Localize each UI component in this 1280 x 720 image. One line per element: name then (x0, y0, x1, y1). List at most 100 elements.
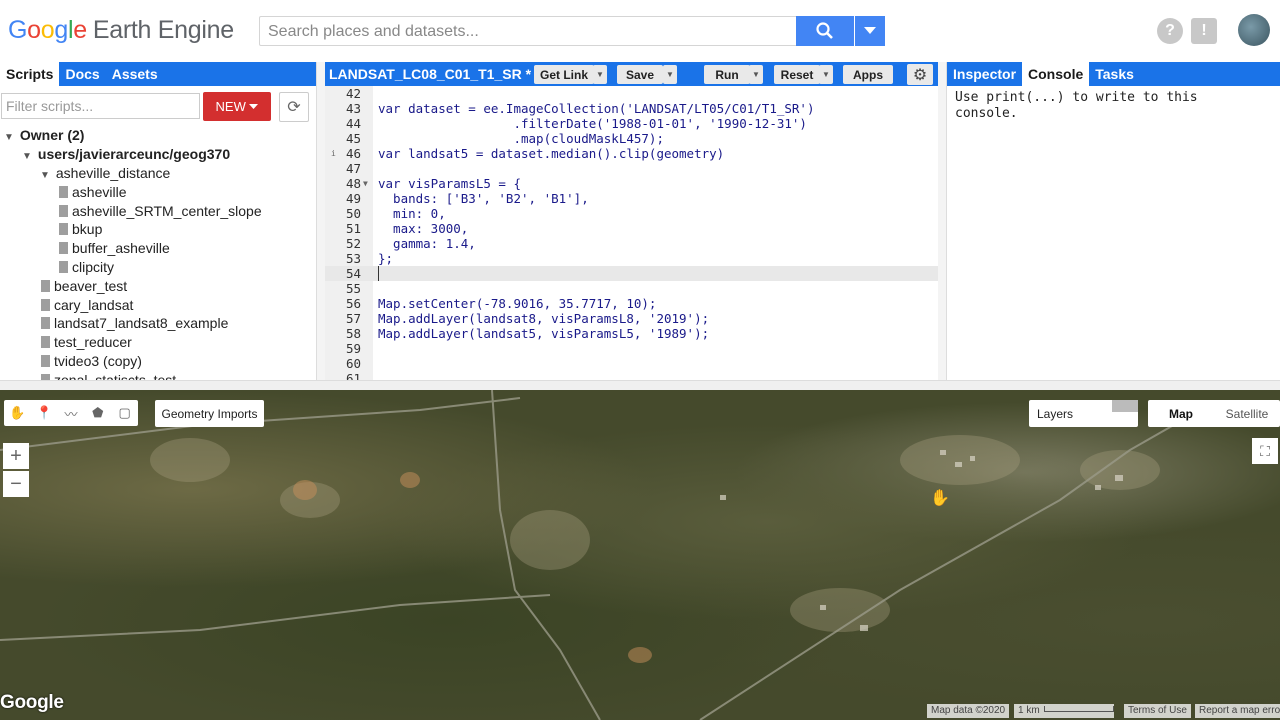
expand-arrow-icon: ▼ (40, 170, 50, 181)
filter-row: Filter scripts... NEW ⟳ (0, 86, 316, 126)
info-icon[interactable]: i (331, 146, 336, 161)
caret-down-icon: ▼ (822, 70, 830, 79)
search-button[interactable] (796, 16, 854, 46)
script-title: LANDSAT_LC08_C01_T1_SR * (329, 66, 532, 82)
caret-down-icon (249, 103, 259, 109)
code-editor-panel: LANDSAT_LC08_C01_T1_SR * Get Link ▼ Save… (325, 62, 938, 380)
code-line: 44 .filterDate('1988-01-01', '1990-12-31… (345, 116, 807, 131)
code-line: 59 (345, 341, 361, 356)
save-dropdown[interactable]: ▼ (663, 65, 677, 84)
file-icon (59, 261, 68, 273)
scale-bar (1043, 706, 1114, 712)
file-icon (59, 223, 68, 235)
code-area[interactable]: 42 43 var dataset = ee.ImageCollection('L… (325, 86, 938, 380)
right-splitter[interactable] (938, 62, 946, 380)
file-icon (59, 186, 68, 198)
rectangle-tool-icon[interactable]: ▢ (111, 400, 138, 426)
help-icon[interactable]: ? (1157, 18, 1183, 44)
text-cursor (378, 266, 379, 281)
caret-down-icon: ▼ (666, 70, 674, 79)
reset-dropdown[interactable]: ▼ (819, 65, 833, 84)
scale-indicator[interactable]: 1 km (1014, 704, 1114, 718)
file-icon (41, 280, 50, 292)
search-dropdown-button[interactable] (855, 16, 885, 46)
refresh-button[interactable]: ⟳ (279, 92, 309, 122)
hand-cursor-icon: ✋ (930, 490, 950, 507)
tree-file[interactable]: landsat7_landsat8_example (41, 314, 228, 332)
fullscreen-icon[interactable]: ⛶ (1252, 438, 1278, 464)
code-line: 52 gamma: 1.4, (345, 236, 476, 251)
tree-group-owner[interactable]: ▼ Owner (2) (4, 126, 84, 144)
run-button[interactable]: Run (704, 65, 750, 84)
code-line: 61 (345, 371, 361, 380)
get-link-dropdown[interactable]: ▼ (593, 65, 607, 84)
polygon-tool-icon[interactable]: ⬟ (84, 400, 111, 426)
fold-arrow-icon[interactable]: ▼ (363, 176, 368, 191)
earth-engine-logo[interactable]: Google Earth Engine (8, 16, 234, 45)
map-type-map[interactable]: Map (1148, 400, 1214, 427)
tab-assets[interactable]: Assets (106, 62, 164, 86)
layers-button[interactable]: Layers (1029, 400, 1138, 427)
tab-tasks[interactable]: Tasks (1089, 62, 1140, 86)
caret-down-icon: ▼ (752, 70, 760, 79)
zoom-in-button[interactable]: + (3, 443, 29, 469)
expand-arrow-icon: ▼ (22, 151, 32, 162)
map-type-toggle: Map Satellite (1148, 400, 1280, 427)
geometry-imports-button[interactable]: Geometry Imports (155, 400, 264, 427)
search-input[interactable]: Search places and datasets... (259, 16, 797, 46)
feedback-icon[interactable]: ! (1191, 18, 1217, 44)
google-logo: Google (0, 692, 64, 713)
marker-tool-icon[interactable]: 📍 (31, 400, 58, 426)
apps-button[interactable]: Apps (843, 65, 893, 84)
reset-button[interactable]: Reset (774, 65, 820, 84)
satellite-imagery (0, 390, 1201, 720)
tree-file[interactable]: asheville (59, 183, 126, 201)
tree-file[interactable]: buffer_asheville (59, 239, 170, 257)
file-icon (41, 317, 50, 329)
console-output: Use print(...) to write to this console. (955, 90, 1198, 121)
tree-folder[interactable]: ▼ asheville_distance (40, 164, 170, 182)
hand-tool-icon[interactable]: ✋ (4, 400, 31, 426)
code-line: 55 (345, 281, 361, 296)
tab-console[interactable]: Console (1022, 62, 1090, 86)
layers-swatch (1112, 400, 1138, 412)
code-line: 47 (345, 161, 361, 176)
code-line: 42 (345, 86, 361, 101)
tree-repo[interactable]: ▼ users/javierarceunc/geog370 (22, 145, 230, 163)
avatar[interactable] (1238, 14, 1270, 46)
tree-file[interactable]: beaver_test (41, 277, 127, 295)
line-tool-icon[interactable]: 〰 (58, 400, 85, 426)
tab-scripts[interactable]: Scripts (0, 62, 60, 86)
new-script-button[interactable]: NEW (203, 92, 271, 121)
code-line: 43 var dataset = ee.ImageCollection('LAND… (345, 101, 815, 116)
tab-inspector[interactable]: Inspector (947, 62, 1022, 86)
tree-file[interactable]: test_reducer (41, 333, 132, 351)
filter-scripts-input[interactable]: Filter scripts... (1, 93, 200, 119)
tab-docs[interactable]: Docs (59, 62, 105, 86)
map-splitter[interactable] (0, 380, 1280, 390)
zoom-out-button[interactable]: − (3, 471, 29, 497)
left-splitter[interactable] (317, 62, 325, 380)
map-view[interactable]: ✋ 📍 〰 ⬟ ▢ Geometry Imports + − Layers Ma… (0, 390, 1280, 720)
tree-file[interactable]: asheville_SRTM_center_slope (59, 202, 262, 220)
code-line: 50 min: 0, (345, 206, 446, 221)
get-link-button[interactable]: Get Link (534, 65, 594, 84)
code-line-active: 54 (325, 266, 938, 281)
map-data-attribution[interactable]: Map data ©2020 (927, 704, 1010, 718)
expand-arrow-icon: ▼ (4, 132, 14, 143)
code-line: 60 (345, 356, 361, 371)
tree-file[interactable]: bkup (59, 220, 102, 238)
settings-gear-button[interactable]: ⚙ (907, 64, 933, 85)
map-type-satellite[interactable]: Satellite (1214, 400, 1280, 427)
report-map-error-link[interactable]: Report a map error (1195, 704, 1280, 718)
tree-file[interactable]: clipcity (59, 258, 114, 276)
tree-file[interactable]: tvideo3 (copy) (41, 352, 142, 370)
code-line: 45 .map(cloudMaskL457); (345, 131, 664, 146)
file-icon (59, 242, 68, 254)
app-header: Google Earth Engine Search places and dat… (0, 0, 1280, 62)
tree-file[interactable]: cary_landsat (41, 296, 133, 314)
run-dropdown[interactable]: ▼ (749, 65, 763, 84)
save-button[interactable]: Save (617, 65, 663, 84)
terms-of-use-link[interactable]: Terms of Use (1124, 704, 1191, 718)
code-line: 51 max: 3000, (345, 221, 469, 236)
